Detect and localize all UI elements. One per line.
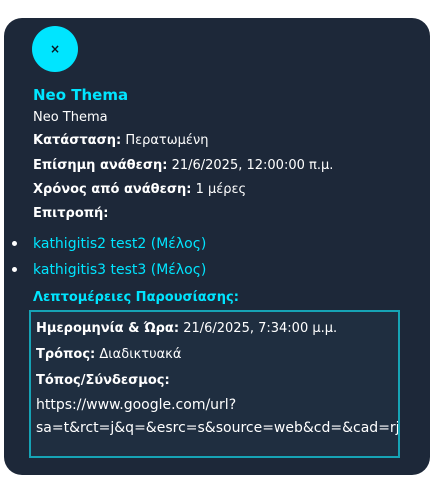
bullet-icon [12,267,17,272]
datetime-row: Ημερομηνία & Ώρα: 21/6/2025, 7:34:00 μ.μ… [36,321,337,336]
elapsed-value: 1 μέρες [195,182,247,197]
assignment-row: Επίσημη ανάθεση: 21/6/2025, 12:00:00 π.μ… [33,158,333,173]
place-label: Τόπος/Σύνδεσμος: [36,373,170,388]
elapsed-label: Χρόνος από ανάθεση: [33,182,192,197]
member-role: (Μέλος) [150,262,207,278]
mode-label: Τρόπος: [36,347,96,362]
close-icon: × [49,42,61,56]
place-link-line2[interactable]: sa=t&rct=j&q=&esrc=s&source=web&cd=&cad=… [36,420,398,436]
thesis-card: × Neo Thema Neo Thema Κατάσταση: Περατωμ… [4,18,430,475]
presentation-details-box: Ημερομηνία & Ώρα: 21/6/2025, 7:34:00 μ.μ… [29,310,400,458]
datetime-label: Ημερομηνία & Ώρα: [36,321,180,336]
committee-member[interactable]: kathigitis3 test3 (Μέλος) [33,262,206,278]
status-label: Κατάσταση: [33,133,122,148]
elapsed-row: Χρόνος από ανάθεση: 1 μέρες [33,182,246,197]
member-name: kathigitis3 test3 [33,262,147,278]
status-value: Περατωμένη [125,133,209,148]
status-row: Κατάσταση: Περατωμένη [33,133,208,148]
mode-value: Διαδικτυακά [99,347,182,362]
committee-label: Επιτροπή: [33,206,109,221]
mode-row: Τρόπος: Διαδικτυακά [36,347,181,362]
thesis-title: Neo Thema [33,86,129,104]
member-role: (Μέλος) [150,236,207,252]
member-name: kathigitis2 test2 [33,236,147,252]
close-button[interactable]: × [32,26,78,72]
presentation-section-heading: Λεπτομέρειες Παρουσίασης: [33,290,239,305]
assignment-value: 21/6/2025, 12:00:00 π.μ. [171,158,334,173]
bullet-icon [12,241,17,246]
place-link-line1[interactable]: https://www.google.com/url? [36,397,236,413]
datetime-value: 21/6/2025, 7:34:00 μ.μ. [183,321,338,336]
thesis-subtitle: Neo Thema [33,110,108,125]
assignment-label: Επίσημη ανάθεση: [33,158,168,173]
committee-member[interactable]: kathigitis2 test2 (Μέλος) [33,236,206,252]
